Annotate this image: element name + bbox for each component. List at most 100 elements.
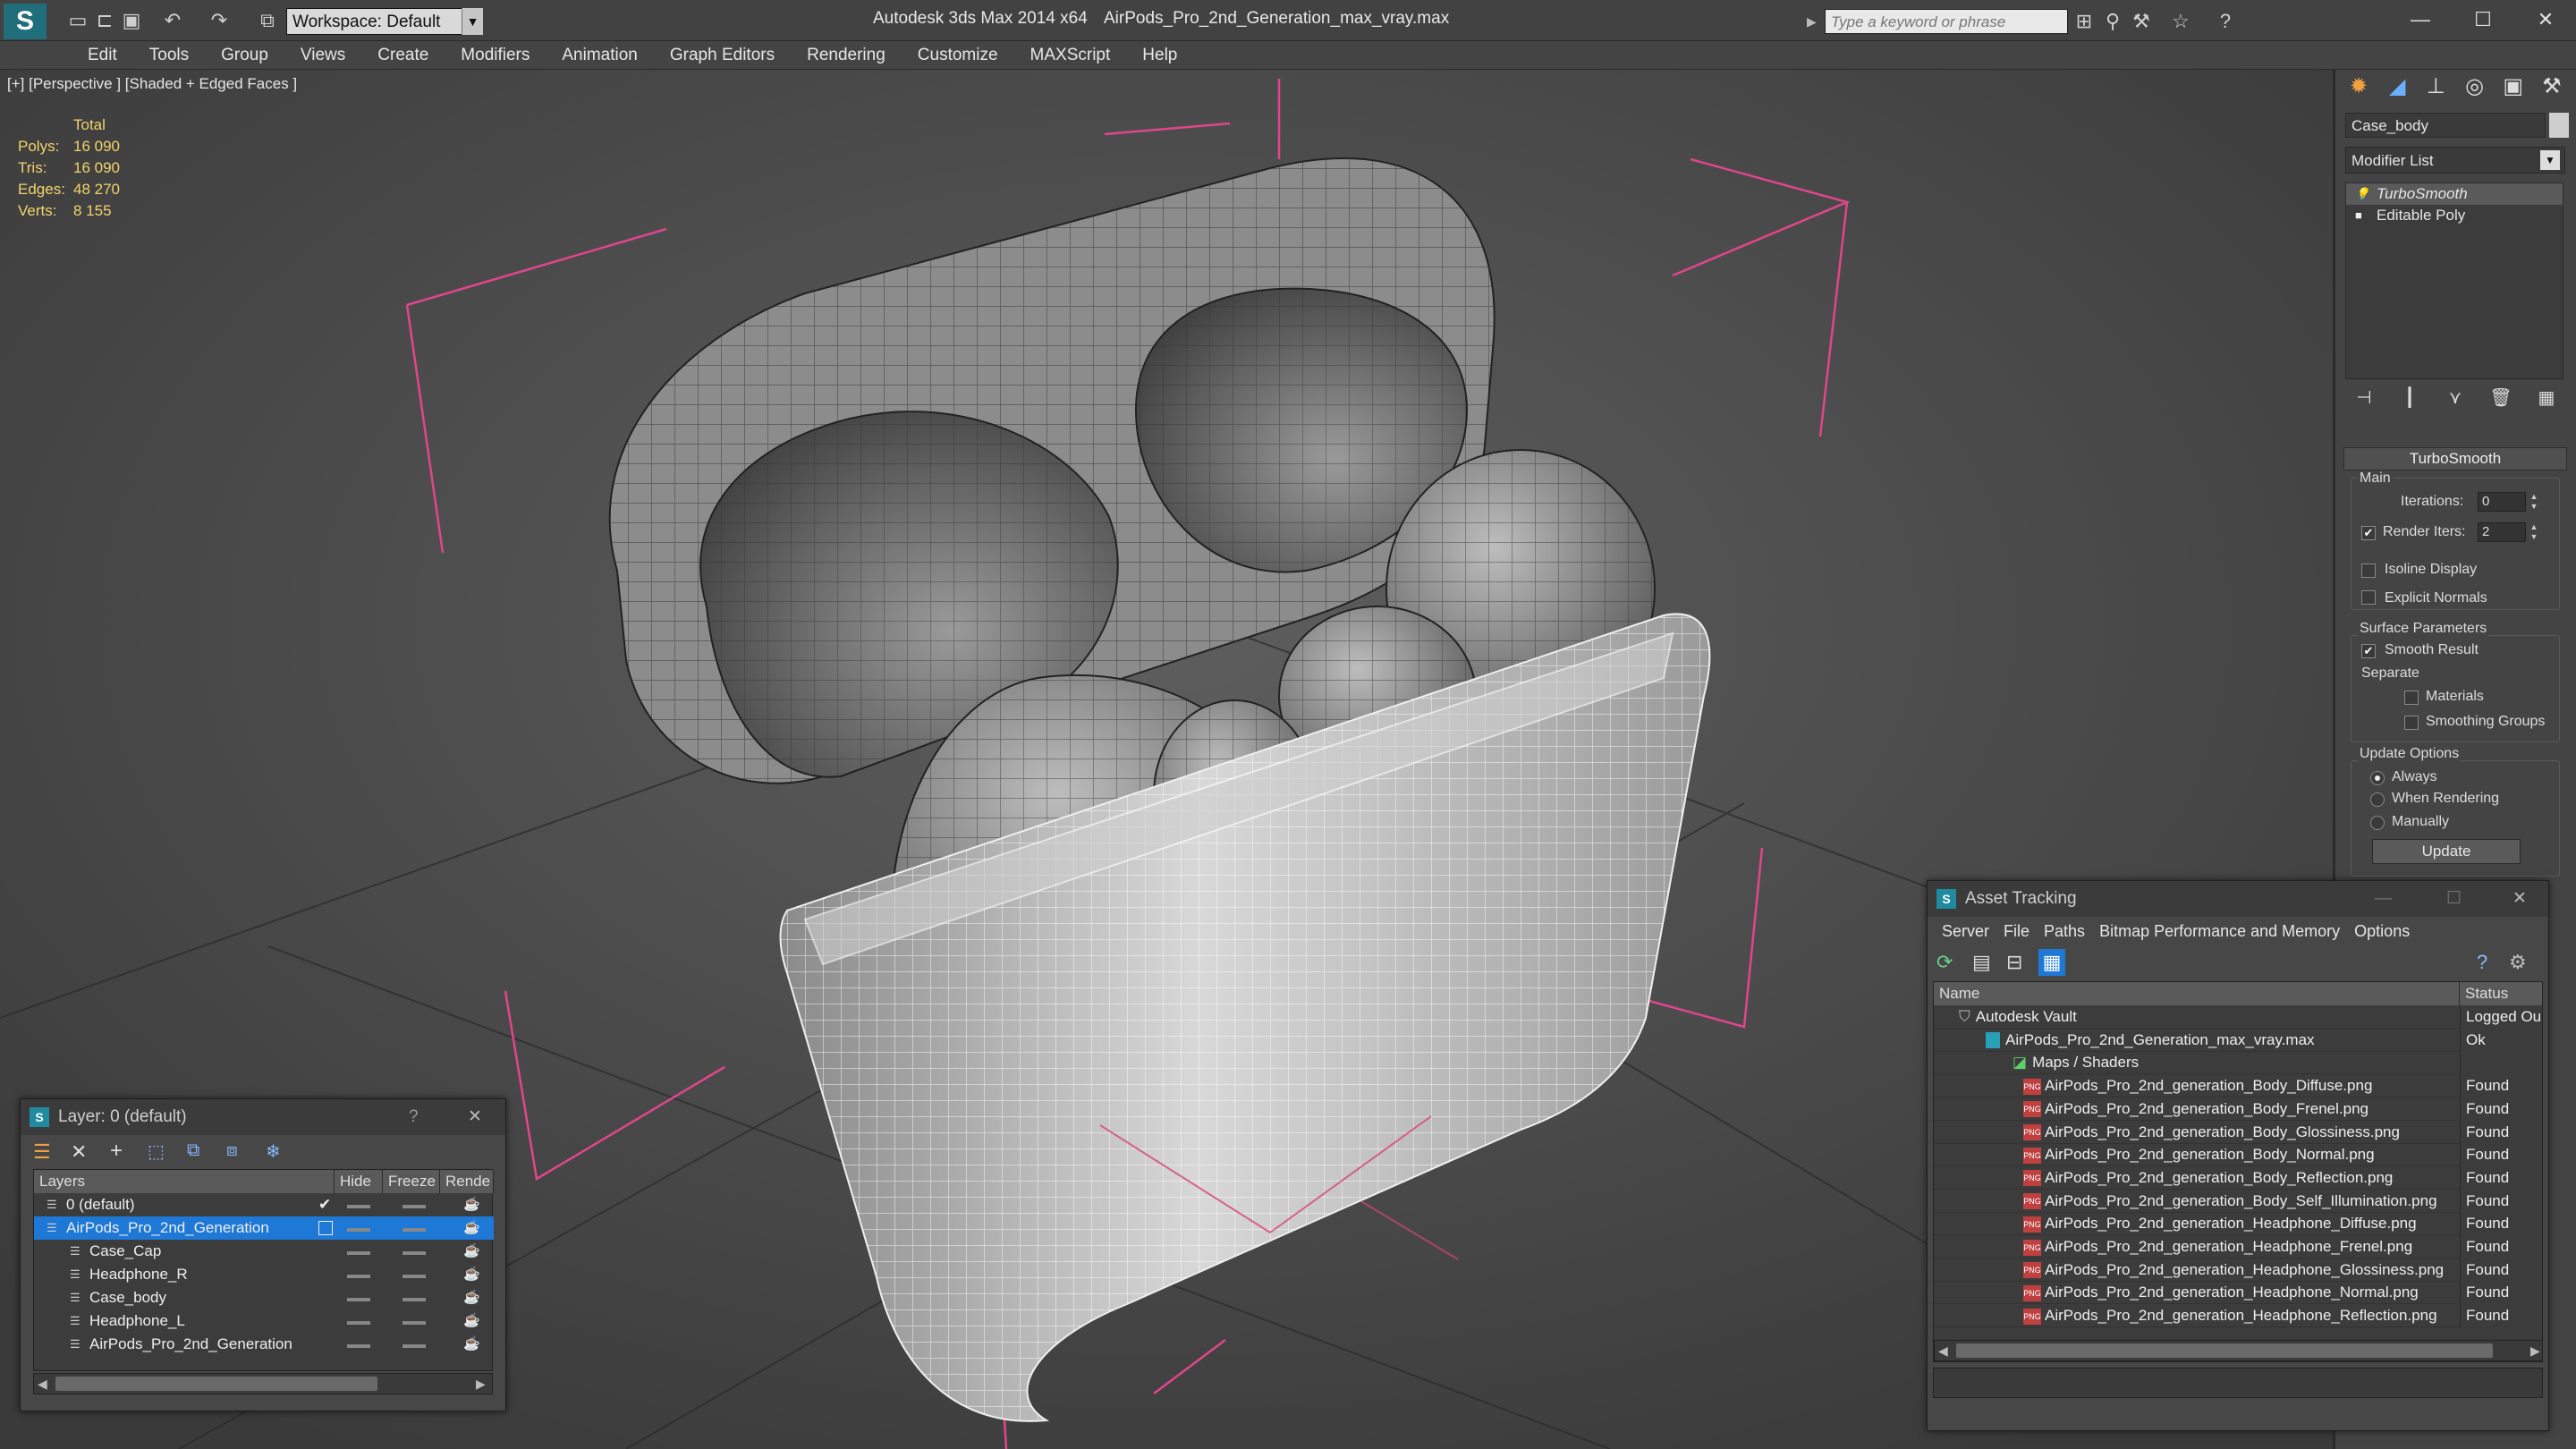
make-unique-icon[interactable]: ⋎ [2444, 386, 2467, 410]
freeze-toggle[interactable]: ▬▬ [402, 1216, 426, 1240]
delete-layer-icon[interactable]: ✕ [71, 1140, 87, 1164]
tools-icon[interactable]: ⚒ [2129, 9, 2154, 34]
layer-window-titlebar[interactable]: S Layer: 0 (default) ? ✕ [21, 1099, 505, 1135]
pin-stack-icon[interactable]: ⊣ [2352, 386, 2376, 410]
menu-edit[interactable]: Edit [72, 41, 133, 69]
asset-row[interactable]: PNG AirPods_Pro_2nd_generation_Body_Norma… [1934, 1143, 2542, 1167]
project-icon[interactable]: ⧉ [256, 9, 279, 32]
column-freeze[interactable]: Freeze [383, 1170, 440, 1193]
menu-customize[interactable]: Customize [902, 41, 1014, 69]
object-name-input[interactable]: Case_body [2345, 113, 2546, 138]
asset-row[interactable]: PNG AirPods_Pro_2nd_generation_Body_Self_… [1934, 1189, 2542, 1213]
help-button[interactable]: ? [409, 1099, 419, 1135]
hide-toggle[interactable]: ▬▬ [347, 1263, 370, 1286]
active-layer-check-icon[interactable]: ✔ [318, 1193, 331, 1216]
menu-maxscript[interactable]: MAXScript [1014, 41, 1127, 69]
settings-icon[interactable]: ⚙ [2509, 951, 2527, 974]
scroll-right-icon[interactable]: ▶ [476, 1374, 486, 1394]
create-icon[interactable]: ✹ [2343, 72, 2374, 102]
hide-all-icon[interactable]: ⧈ [226, 1140, 238, 1161]
layer-row[interactable]: ☰ Case_body ▬▬ ▬▬ ☕ [34, 1286, 494, 1309]
undo-icon[interactable]: ↶ [161, 9, 184, 32]
render-iters-spinner[interactable]: 2 [2478, 522, 2526, 542]
hide-toggle[interactable]: ▬▬ [347, 1309, 370, 1333]
highlight-layer-icon[interactable]: ⧉ [187, 1140, 199, 1161]
explicit-normals-checkbox[interactable] [2361, 590, 2376, 605]
menu-file[interactable]: File [1996, 917, 2037, 945]
asset-row[interactable]: AirPods_Pro_2nd_Generation_max_vray.max O… [1934, 1028, 2542, 1052]
minimize-button[interactable]: — [2394, 5, 2447, 34]
column-name[interactable]: Name [1934, 982, 2460, 1005]
app-logo-icon[interactable]: S [4, 4, 47, 39]
asset-horizontal-scrollbar[interactable]: ◀ ▶ [1934, 1340, 2542, 1361]
menu-options[interactable]: Options [2347, 917, 2417, 945]
maximize-button[interactable]: ☐ [2456, 5, 2510, 34]
set-active-box[interactable] [318, 1221, 333, 1235]
spinner-arrows-icon[interactable]: ▲ ▼ [2528, 522, 2540, 542]
spinner-arrows-icon[interactable]: ▲ ▼ [2528, 492, 2540, 512]
chevron-down-icon[interactable]: ▼ [462, 8, 483, 35]
show-end-result-icon[interactable]: ┃ [2398, 386, 2421, 410]
scroll-thumb[interactable] [55, 1377, 377, 1391]
menu-create[interactable]: Create [361, 41, 445, 69]
layer-row[interactable]: ☰ Headphone_L ▬▬ ▬▬ ☕ [34, 1309, 494, 1333]
menu-modifiers[interactable]: Modifiers [445, 41, 546, 69]
modifier-list-select[interactable]: Modifier List [2345, 147, 2565, 174]
layer-row[interactable]: ☰ 0 (default) ✔ ▬▬ ▬▬ ☕ [34, 1193, 494, 1216]
menu-paths[interactable]: Paths [2037, 917, 2092, 945]
smooth-result-checkbox[interactable]: ✔ [2361, 644, 2376, 658]
menu-server[interactable]: Server [1935, 917, 1996, 945]
freeze-toggle[interactable]: ▬▬ [402, 1309, 426, 1333]
layer-row[interactable]: ☰ AirPods_Pro_2nd_Generation ▬▬ ▬▬ ☕ [34, 1216, 494, 1240]
column-layers[interactable]: Layers [34, 1170, 335, 1193]
layer-row[interactable]: ☰ Case_Cap ▬▬ ▬▬ ☕ [34, 1240, 494, 1263]
close-button[interactable]: ✕ [2512, 881, 2527, 917]
hide-toggle[interactable]: ▬▬ [347, 1286, 370, 1309]
stack-item-editable-poly[interactable]: ■ Editable Poly [2346, 205, 2563, 226]
asset-row[interactable]: PNG AirPods_Pro_2nd_generation_Body_Frene… [1934, 1097, 2542, 1121]
workspace-select[interactable]: Workspace: Default [286, 8, 483, 35]
asset-status-field[interactable] [1933, 1368, 2543, 1398]
chevron-down-icon[interactable]: ▼ [2540, 150, 2560, 170]
close-button[interactable]: ✕ [2519, 5, 2572, 34]
list-view-icon[interactable]: ▤ [1972, 951, 1991, 974]
materials-checkbox[interactable] [2404, 691, 2419, 705]
lightbulb-icon[interactable]: 💡 [2355, 187, 2369, 201]
hide-toggle[interactable]: ▬▬ [347, 1333, 370, 1356]
menu-graph-editors[interactable]: Graph Editors [654, 41, 791, 69]
tree-view-icon[interactable]: ⊟ [2006, 951, 2022, 974]
create-layer-icon[interactable]: ☰ [33, 1140, 51, 1164]
search-expand-icon[interactable]: ▶ [1807, 9, 1823, 34]
freeze-toggle[interactable]: ▬▬ [402, 1286, 426, 1309]
column-status[interactable]: Status [2460, 982, 2542, 1005]
hide-toggle[interactable]: ▬▬ [347, 1216, 370, 1240]
asset-row[interactable]: PNG AirPods_Pro_2nd_generation_Body_Refle… [1934, 1165, 2542, 1190]
teapot-render-icon[interactable]: ☕ [463, 1193, 480, 1216]
teapot-render-icon[interactable]: ☕ [463, 1240, 480, 1263]
freeze-toggle[interactable]: ▬▬ [402, 1193, 426, 1216]
maximize-button[interactable]: ☐ [2446, 881, 2462, 917]
key-icon[interactable]: ⚲ [2100, 9, 2125, 34]
teapot-render-icon[interactable]: ☕ [463, 1263, 480, 1286]
smoothing-groups-checkbox[interactable] [2404, 716, 2419, 730]
binoculars-icon[interactable]: ⊞ [2072, 9, 2097, 34]
when-rendering-radio[interactable] [2370, 792, 2385, 807]
scroll-left-icon[interactable]: ◀ [1938, 1341, 1948, 1360]
freeze-toggle[interactable]: ▬▬ [402, 1333, 426, 1356]
viewport-label[interactable]: [+] [Perspective ] [Shaded + Edged Faces… [7, 75, 297, 93]
iterations-spinner[interactable]: 0 [2478, 492, 2526, 512]
save-icon[interactable]: ▣ [120, 9, 143, 32]
teapot-render-icon[interactable]: ☕ [463, 1309, 480, 1333]
search-input[interactable]: Type a keyword or phrase [1825, 9, 2068, 34]
minimize-button[interactable]: — [2375, 881, 2392, 917]
render-iters-checkbox[interactable]: ✔ [2361, 526, 2376, 540]
expand-icon[interactable]: ■ [2355, 208, 2368, 223]
utilities-icon[interactable]: ⚒ [2537, 72, 2567, 102]
star-icon[interactable]: ☆ [2168, 9, 2193, 34]
refresh-icon[interactable]: ⟳ [1936, 951, 1953, 974]
update-button[interactable]: Update [2372, 839, 2521, 864]
teapot-render-icon[interactable]: ☕ [463, 1333, 480, 1356]
asset-row[interactable]: PNG AirPods_Pro_2nd_generation_Headphone_… [1934, 1281, 2542, 1305]
menu-bitmap-performance[interactable]: Bitmap Performance and Memory [2092, 917, 2347, 945]
menu-group[interactable]: Group [205, 41, 284, 69]
